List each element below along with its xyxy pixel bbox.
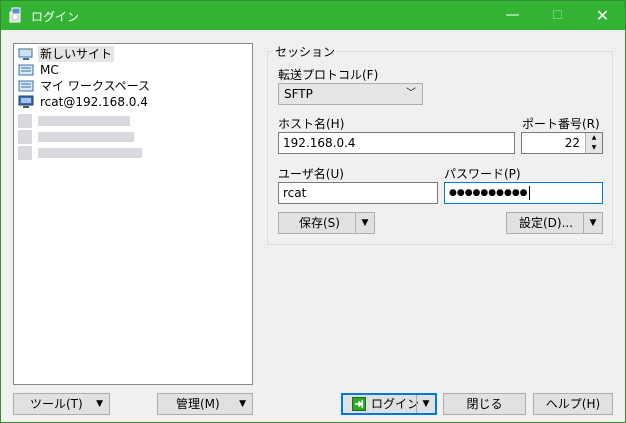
site-tree[interactable]: 新しいサイト MC マイ ワークスペース rcat@192.168.0.4 (13, 43, 253, 385)
redacted-item (38, 148, 142, 158)
tools-button-label: ツール(T) (30, 397, 83, 411)
close-button[interactable]: 閉じる (443, 393, 526, 415)
save-button[interactable]: 保存(S) ▼ (278, 212, 375, 234)
dropdown-arrow-icon: ▼ (239, 399, 246, 409)
port-value: 22 (564, 136, 580, 150)
close-window-button[interactable]: ✕ (580, 1, 625, 30)
settings-dropdown-arrow-icon[interactable]: ▼ (583, 213, 602, 233)
manage-button-label: 管理(M) (176, 397, 220, 411)
port-label: ポート番号(R) (522, 117, 600, 131)
session-group-title: セッション (273, 43, 338, 60)
save-button-label: 保存(S) (299, 216, 340, 230)
save-dropdown-arrow-icon[interactable]: ▼ (355, 213, 374, 233)
login-window: ログイン — ☐ ✕ 新しいサイト MC マイ ワークスペース rcat@192… (0, 0, 626, 423)
tree-item-label: マイ ワークスペース (40, 79, 151, 93)
chevron-down-icon: ﹀ (406, 88, 416, 99)
tree-item-label: rcat@192.168.0.4 (40, 95, 148, 109)
title-bar[interactable]: ログイン — ☐ ✕ (1, 1, 625, 30)
login-icon (352, 397, 366, 411)
settings-button[interactable]: 設定(D)... ▼ (506, 212, 603, 234)
window-title: ログイン (31, 10, 80, 24)
protocol-label: 転送プロトコル(F) (278, 68, 379, 82)
redacted-item (38, 132, 134, 142)
redacted-item (38, 116, 130, 126)
password-value: ●●●●●●●●●● (449, 188, 528, 198)
protocol-select[interactable]: SFTP ﹀ (278, 83, 423, 105)
folder-site-icon (18, 80, 34, 92)
winscp-app-icon (9, 7, 21, 23)
host-input[interactable]: 192.168.0.4 (278, 132, 515, 154)
login-button[interactable]: ログイン ▼ (341, 393, 437, 415)
login-dropdown-arrow-icon[interactable]: ▼ (416, 395, 435, 413)
tools-button[interactable]: ツール(T) ▼ (13, 393, 110, 415)
folder-site-icon (18, 64, 34, 76)
password-input[interactable]: ●●●●●●●●●● (444, 182, 603, 204)
port-stepper[interactable]: 22 ▲ ▼ (521, 132, 603, 154)
text-caret (528, 185, 530, 200)
username-label: ユーザ名(U) (278, 167, 344, 181)
help-button[interactable]: ヘルプ(H) (533, 393, 613, 415)
tree-item-label: 新しいサイト (38, 46, 115, 62)
login-button-label: ログイン (371, 397, 420, 411)
redacted-icon (18, 130, 32, 144)
username-input[interactable]: rcat (278, 182, 438, 204)
redacted-icon (18, 146, 32, 160)
maximize-button[interactable]: ☐ (535, 1, 580, 30)
tree-item-label: MC (40, 63, 59, 77)
computer-icon (18, 95, 34, 108)
protocol-value: SFTP (284, 87, 313, 101)
spin-down-icon[interactable]: ▼ (585, 143, 602, 153)
manage-button[interactable]: 管理(M) ▼ (157, 393, 253, 415)
dropdown-arrow-icon: ▼ (96, 399, 103, 409)
settings-button-label: 設定(D)... (519, 216, 574, 230)
host-label: ホスト名(H) (278, 117, 345, 131)
redacted-icon (18, 114, 32, 128)
password-label: パスワード(P) (444, 167, 521, 181)
minimize-button[interactable]: — (490, 1, 535, 30)
new-site-icon (18, 47, 33, 60)
